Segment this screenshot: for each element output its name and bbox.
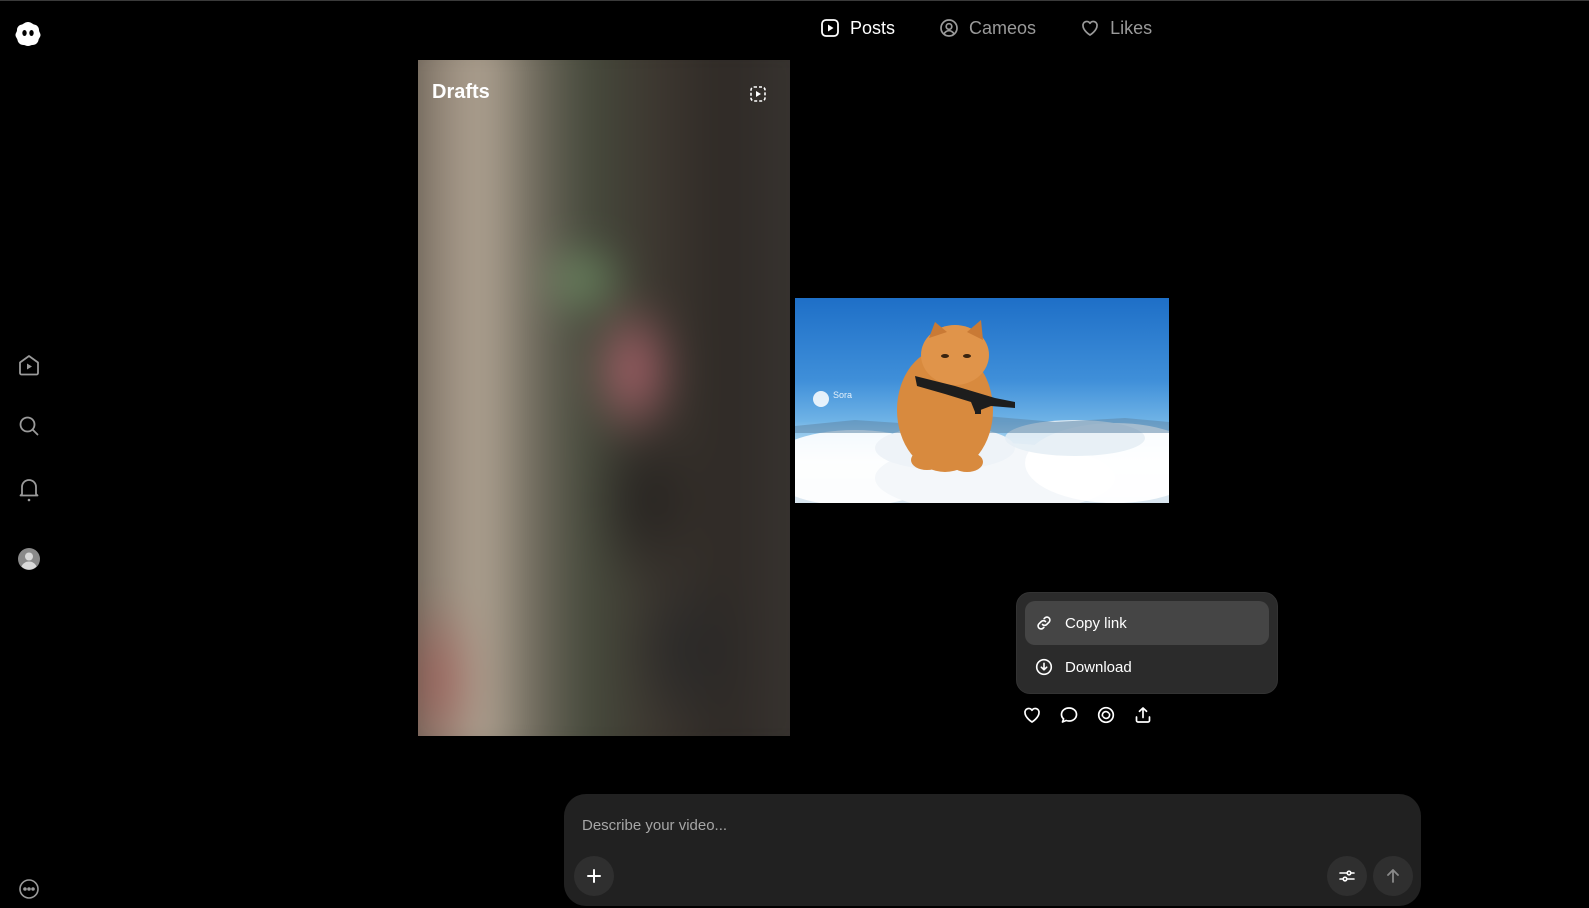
add-attachment-button[interactable] [574, 856, 614, 896]
prompt-composer [564, 794, 1421, 906]
post-actions [1022, 705, 1153, 725]
remix-icon[interactable] [1096, 705, 1116, 725]
link-icon [1037, 616, 1051, 630]
heart-icon [1082, 20, 1098, 36]
download-icon [1035, 658, 1053, 676]
arrow-up-icon [1387, 869, 1399, 883]
share-icon[interactable] [1133, 705, 1153, 725]
home-play-icon[interactable] [16, 352, 42, 378]
top-border [0, 0, 1589, 1]
describe-video-input[interactable] [580, 812, 1284, 838]
tab-label: Cameos [969, 17, 1037, 38]
more-icon[interactable] [16, 876, 42, 902]
submit-button[interactable] [1373, 856, 1413, 896]
sora-watermark: Sora [833, 390, 852, 400]
comment-icon[interactable] [1059, 705, 1079, 725]
user-circle-icon [940, 19, 958, 37]
tab-label: Posts [850, 17, 896, 38]
settings-button[interactable] [1327, 856, 1367, 896]
tab-likes[interactable]: Likes [1080, 14, 1152, 42]
app-logo-icon[interactable] [14, 20, 42, 48]
drafts-thumbnail [418, 60, 790, 736]
tab-cameos[interactable]: Cameos [939, 14, 1036, 42]
menu-item-label: Download [1065, 658, 1132, 676]
drafts-card[interactable]: Drafts [418, 60, 790, 736]
tab-label: Likes [1110, 17, 1153, 38]
menu-item-copy-link[interactable]: Copy link [1025, 601, 1269, 645]
share-context-menu: Copy link Download [1016, 592, 1278, 694]
play-square-icon [821, 19, 839, 37]
bell-icon[interactable] [16, 476, 42, 502]
post-video-preview[interactable]: Sora [795, 298, 1169, 503]
sliders-icon [1339, 870, 1355, 882]
menu-item-label: Copy link [1065, 614, 1127, 632]
profile-avatar-icon[interactable] [16, 546, 42, 572]
profile-tabs: Posts Cameos Likes [820, 14, 1152, 42]
menu-item-download[interactable]: Download [1025, 645, 1269, 689]
heart-icon[interactable] [1022, 705, 1042, 725]
drafts-title: Drafts [432, 81, 490, 103]
search-icon[interactable] [16, 413, 42, 439]
tab-posts[interactable]: Posts [820, 14, 895, 42]
plus-icon [587, 869, 601, 883]
video-stack-icon [748, 84, 768, 104]
